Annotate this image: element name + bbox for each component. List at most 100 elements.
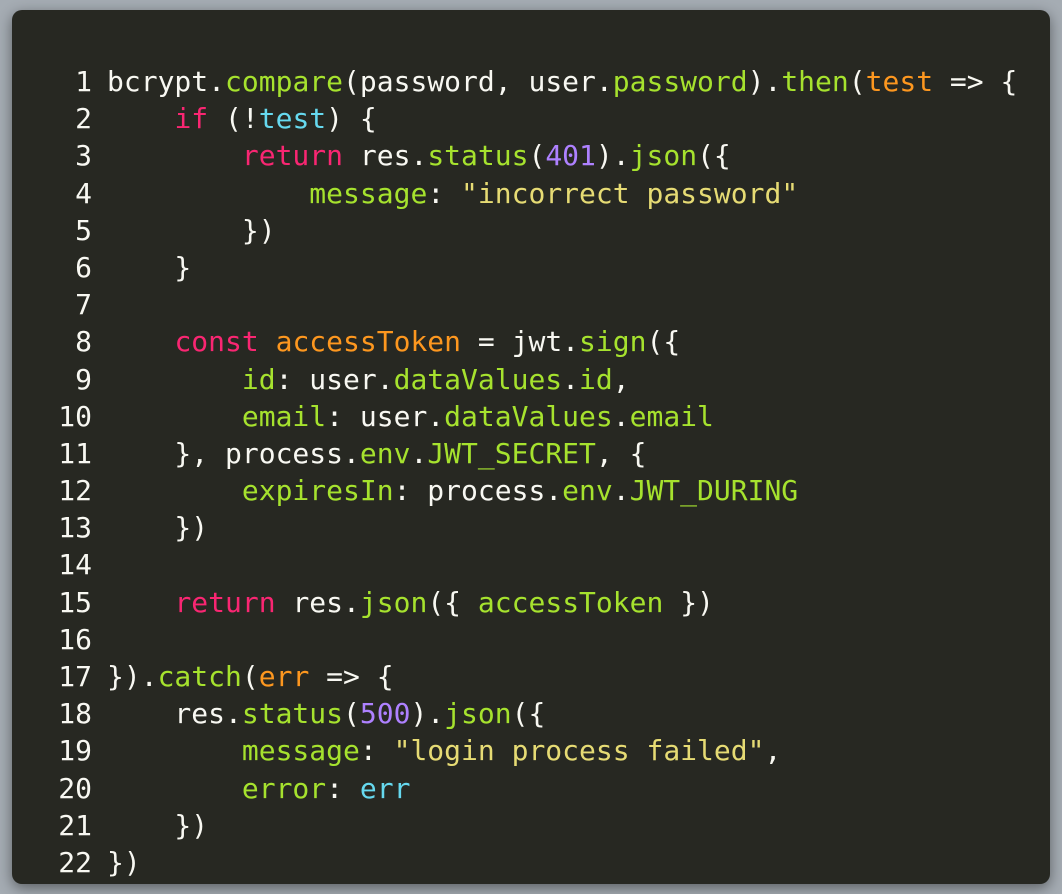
code-token: ( bbox=[528, 139, 546, 173]
code-line: 3 return res.status(401).json({ bbox=[12, 137, 1050, 174]
code-token: , { bbox=[595, 436, 647, 470]
code-token: return bbox=[241, 139, 344, 173]
code-line: 5 }) bbox=[12, 212, 1050, 249]
code-line: 6 } bbox=[12, 249, 1050, 286]
code-token: }). bbox=[107, 660, 158, 693]
code-text: expiresIn: process.env.JWT_DURING bbox=[92, 472, 798, 509]
code-token: . bbox=[562, 362, 580, 396]
code-token: res. bbox=[343, 139, 428, 173]
code-text: bcrypt.compare(password, user.password).… bbox=[92, 63, 1017, 100]
code-token: (! bbox=[208, 102, 259, 136]
code-line: 2 if (!test) { bbox=[12, 100, 1050, 137]
code-token: expiresIn bbox=[241, 474, 394, 508]
code-line: 17}).catch(err => { bbox=[12, 658, 1050, 695]
line-number: 21 bbox=[58, 808, 92, 842]
code-token: res. bbox=[107, 697, 242, 731]
code-line: 21 }) bbox=[12, 807, 1050, 844]
code-text: } bbox=[92, 249, 191, 286]
code-line: 12 expiresIn: process.env.JWT_DURING bbox=[12, 472, 1050, 509]
code-token: (password, user. bbox=[343, 65, 613, 98]
code-token: accessToken bbox=[477, 585, 664, 619]
line-number: 14 bbox=[58, 548, 92, 582]
code-token: , bbox=[612, 362, 630, 396]
code-token: error bbox=[241, 771, 327, 805]
code-line: 13 }) bbox=[12, 509, 1050, 546]
line-number: 15 bbox=[58, 585, 92, 619]
code-token: }) bbox=[107, 845, 141, 879]
code-token: then bbox=[781, 65, 849, 98]
code-token: ({ bbox=[427, 585, 478, 619]
code-token: 401 bbox=[545, 139, 596, 173]
code-text: res.status(500).json({ bbox=[92, 695, 545, 732]
code-line: 9 id: user.dataValues.id, bbox=[12, 361, 1050, 398]
line-number: 13 bbox=[58, 511, 92, 545]
code-token: test bbox=[258, 102, 327, 136]
code-token: json bbox=[629, 139, 698, 173]
code-token: }, process. bbox=[107, 436, 360, 470]
line-number: 4 bbox=[75, 176, 92, 210]
line-number: 10 bbox=[58, 399, 92, 433]
code-token: 500 bbox=[359, 697, 411, 731]
code-text: const accessToken = jwt.sign({ bbox=[92, 323, 680, 360]
code-token: err bbox=[258, 660, 310, 693]
code-token: const bbox=[174, 325, 259, 359]
code-text: id: user.dataValues.id, bbox=[92, 361, 630, 398]
line-number: 11 bbox=[58, 436, 92, 470]
code-token: ). bbox=[595, 139, 630, 173]
line-number: 8 bbox=[75, 325, 92, 359]
code-token: ({ bbox=[646, 325, 681, 359]
code-token: , bbox=[764, 734, 782, 768]
code-token: }) bbox=[107, 808, 209, 842]
line-number: 19 bbox=[58, 734, 92, 768]
line-number: 7 bbox=[75, 288, 92, 322]
code-token: res. bbox=[275, 585, 360, 619]
code-line: 11 }, process.env.JWT_SECRET, { bbox=[12, 435, 1050, 472]
line-number: 1 bbox=[75, 65, 92, 98]
code-token: = jwt. bbox=[461, 325, 580, 359]
code-text: message: "incorrect password" bbox=[92, 175, 798, 212]
code-token: "login process failed" bbox=[393, 734, 765, 768]
code-line: 15 return res.json({ accessToken }) bbox=[12, 584, 1050, 621]
code-token: sign bbox=[579, 325, 647, 359]
code-token: ({ bbox=[697, 139, 731, 173]
code-token: => { bbox=[933, 65, 1018, 98]
code-text: }) bbox=[92, 844, 141, 881]
code-token: JWT_DURING bbox=[629, 474, 799, 508]
code-token: ( bbox=[241, 660, 259, 693]
code-token: dataValues bbox=[444, 399, 613, 433]
code-token: ). bbox=[747, 65, 782, 98]
code-token: ). bbox=[410, 697, 445, 731]
code-line: 22}) bbox=[12, 844, 1050, 881]
code-token: message bbox=[241, 734, 360, 768]
code-token: . bbox=[612, 474, 630, 508]
code-token: dataValues bbox=[393, 362, 563, 396]
code-text: }) bbox=[92, 509, 208, 546]
line-number: 12 bbox=[58, 474, 92, 508]
code-token: : process. bbox=[393, 474, 563, 508]
code-token: ({ bbox=[511, 697, 546, 731]
code-text: }) bbox=[92, 807, 208, 844]
code-text: return res.status(401).json({ bbox=[92, 137, 731, 174]
code-token: : bbox=[326, 771, 360, 805]
code-text: }) bbox=[92, 212, 276, 249]
code-token: id bbox=[241, 362, 276, 396]
code-token: bcrypt. bbox=[107, 65, 226, 98]
code-line: 16 bbox=[12, 621, 1050, 658]
code-token: ) { bbox=[326, 102, 377, 136]
code-token: ( bbox=[848, 65, 866, 98]
code-token: ( bbox=[343, 697, 360, 731]
code-token: email bbox=[629, 399, 714, 433]
code-window: 1 bcrypt.compare(password, user.password)… bbox=[12, 10, 1050, 884]
code-line: 7 bbox=[12, 286, 1050, 323]
code-token: status bbox=[427, 139, 529, 173]
line-number: 16 bbox=[58, 622, 92, 656]
code-token: : user. bbox=[275, 362, 394, 396]
code-token: json bbox=[444, 697, 512, 731]
